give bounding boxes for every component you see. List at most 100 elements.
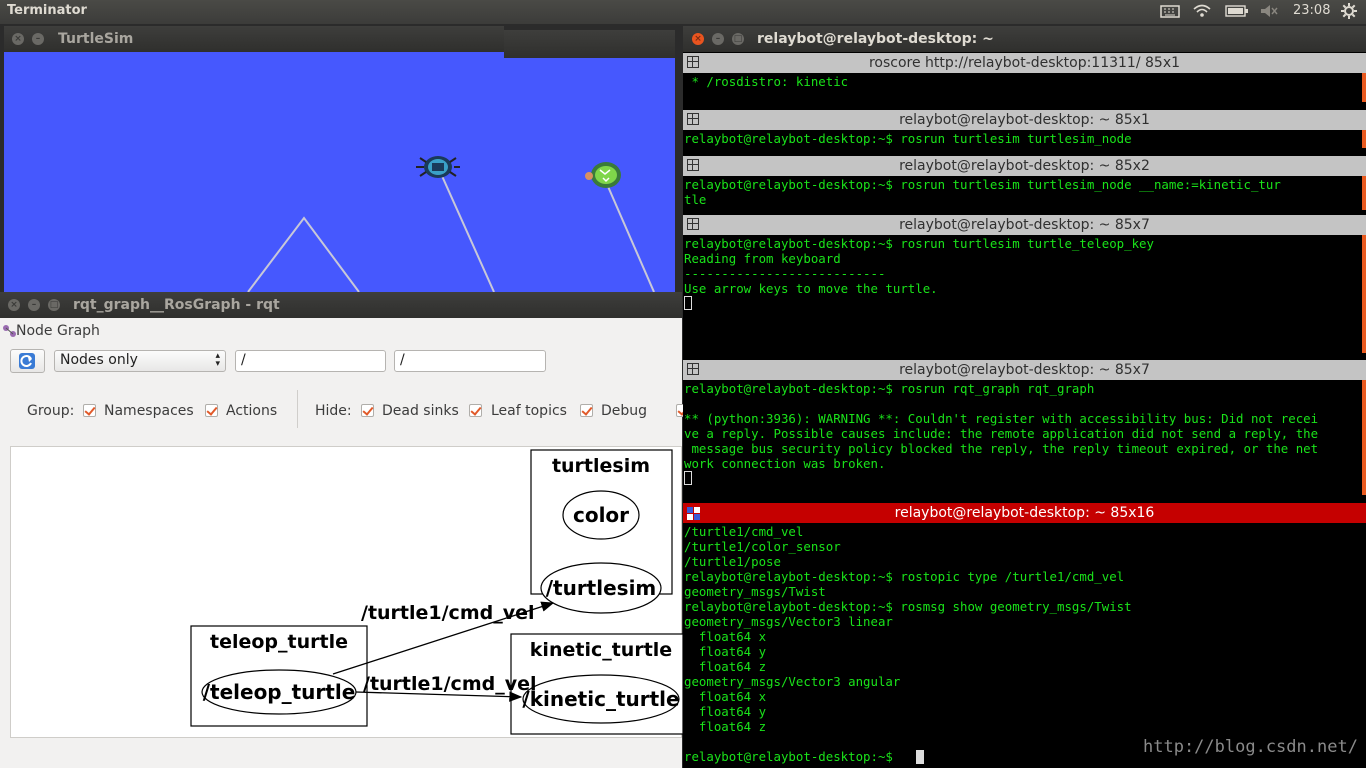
- terminal-cursor: [684, 471, 692, 485]
- leaf-topics-checkbox[interactable]: [469, 404, 482, 417]
- edge-label-cmd-vel-2: /turtle1/cmd_vel: [363, 673, 537, 695]
- split-icon[interactable]: [687, 218, 699, 230]
- top-panel: Terminator 23:08: [0, 0, 1366, 24]
- split-icon[interactable]: [687, 159, 699, 171]
- pane-edge: [1362, 235, 1366, 353]
- terminal-line: Use arrow keys to move the turtle.: [684, 281, 938, 296]
- node-filter-input[interactable]: /: [235, 350, 386, 372]
- keyboard-icon[interactable]: [1160, 3, 1180, 23]
- pane-title: relaybot@relaybot-desktop: ~ 85x7: [899, 362, 1150, 378]
- terminal-line: geometry_msgs/Twist: [684, 584, 826, 599]
- actions-checkbox[interactable]: [205, 404, 218, 417]
- split-icon[interactable]: [687, 363, 699, 375]
- terminal-line: relaybot@relaybot-desktop:~$: [684, 749, 901, 764]
- split-icon[interactable]: [687, 506, 700, 526]
- pane-titlebar[interactable]: relaybot@relaybot-desktop: ~ 85x7: [683, 360, 1366, 380]
- rqt-titlebar[interactable]: × – □ rqt_graph__RosGraph - rqt: [0, 292, 682, 318]
- terminal-line: message bus security policy blocked the …: [684, 441, 1319, 456]
- pane-edge: [1362, 176, 1366, 210]
- pane-title: relaybot@relaybot-desktop: ~ 85x2: [899, 158, 1150, 174]
- terminal-line: float64 x: [684, 629, 767, 644]
- debug-checkbox[interactable]: [580, 404, 593, 417]
- rqt-title: rqt_graph__RosGraph - rqt: [73, 297, 280, 313]
- terminal-line: relaybot@relaybot-desktop:~$ rosrun turt…: [684, 236, 1154, 251]
- pane-titlebar[interactable]: relaybot@relaybot-desktop: ~ 85x2: [683, 156, 1366, 176]
- terminal-line: tle: [684, 192, 707, 207]
- terminal-line: relaybot@relaybot-desktop:~$ rostopic ty…: [684, 569, 1125, 584]
- terminal-line: ---------------------------: [684, 266, 886, 281]
- turtlesim-namespace-label: turtlesim: [552, 455, 650, 477]
- turtle-icon: [414, 150, 462, 188]
- terminal-line: ve a reply. Possible causes include: the…: [684, 426, 1319, 441]
- terminal-line: float64 y: [684, 644, 767, 659]
- turtlesim-node[interactable]: /turtlesim: [540, 562, 662, 614]
- close-icon[interactable]: ×: [12, 33, 24, 45]
- terminal-line: float64 z: [684, 659, 767, 674]
- dead-sinks-checkbox[interactable]: [361, 404, 374, 417]
- minimize-icon[interactable]: –: [32, 33, 44, 45]
- terminal-line: /turtle1/pose: [684, 554, 781, 569]
- volume-muted-icon[interactable]: [1259, 3, 1279, 23]
- toolbar-divider: [297, 390, 298, 428]
- wifi-icon[interactable]: [1192, 3, 1212, 23]
- terminal-line: relaybot@relaybot-desktop:~$ rosrun rqt_…: [684, 381, 1095, 396]
- maximize-icon[interactable]: □: [48, 299, 60, 311]
- teleop-node-label: /teleop_turtle: [203, 680, 356, 704]
- kinetic-namespace-label: kinetic_turtle: [530, 639, 672, 661]
- terminal-cursor: [916, 750, 924, 764]
- turtlesim-back-canvas: [503, 58, 675, 292]
- gear-icon[interactable]: [1340, 2, 1358, 24]
- pane-title: relaybot@relaybot-desktop: ~ 85x16: [894, 505, 1155, 521]
- namespaces-checkbox[interactable]: [83, 404, 96, 417]
- pane-title: relaybot@relaybot-desktop: ~ 85x1: [899, 112, 1150, 128]
- terminal-line: ** (python:3936): WARNING **: Couldn't r…: [684, 411, 1319, 426]
- hide-label: Hide:: [315, 403, 352, 419]
- close-icon[interactable]: ×: [8, 299, 20, 311]
- split-icon[interactable]: [687, 113, 699, 125]
- pane-titlebar[interactable]: roscore http://relaybot-desktop:11311/ 8…: [683, 53, 1366, 73]
- pane-edge: [1362, 73, 1366, 102]
- refresh-button[interactable]: [10, 349, 45, 373]
- terminal-line: relaybot@relaybot-desktop:~$ rosmsg show…: [684, 599, 1132, 614]
- terminator-titlebar[interactable]: × – □ relaybot@relaybot-desktop: ~: [683, 26, 1366, 52]
- pane-title: relaybot@relaybot-desktop: ~ 85x7: [899, 217, 1150, 233]
- mode-select[interactable]: Nodes only ▴ ▾: [54, 350, 226, 372]
- group-label: Group:: [27, 403, 75, 419]
- close-icon[interactable]: ×: [692, 33, 704, 45]
- color-node[interactable]: color: [562, 490, 640, 540]
- maximize-icon[interactable]: □: [732, 33, 744, 45]
- minimize-icon[interactable]: –: [712, 33, 724, 45]
- teleop-node[interactable]: /teleop_turtle: [201, 669, 357, 715]
- terminal-line: relaybot@relaybot-desktop:~$ rosrun turt…: [684, 131, 1132, 146]
- clock[interactable]: 23:08: [1293, 3, 1330, 18]
- dead-sinks-label: Dead sinks: [382, 403, 459, 419]
- graph-canvas[interactable]: turtlesim color /turtlesim teleop_turtle…: [10, 446, 683, 738]
- debug-label: Debug: [601, 403, 648, 419]
- pane-edge: [1362, 130, 1366, 148]
- topic-filter-input[interactable]: /: [394, 350, 546, 372]
- terminal-line: float64 z: [684, 719, 767, 734]
- active-app-name: Terminator: [7, 3, 87, 18]
- updown-icon: ▴ ▾: [215, 351, 220, 369]
- watermark: http://blog.csdn.net/: [1143, 737, 1358, 757]
- terminal-line: float64 y: [684, 704, 767, 719]
- turtlesim-back-titlebar[interactable]: [503, 30, 675, 58]
- namespaces-label: Namespaces: [104, 403, 194, 419]
- mode-select-value: Nodes only: [60, 352, 138, 368]
- edge-label-cmd-vel-1: /turtle1/cmd_vel: [361, 602, 535, 624]
- turtlesim-titlebar[interactable]: × – TurtleSim: [4, 26, 504, 52]
- minimize-icon[interactable]: –: [28, 299, 40, 311]
- terminal-line: relaybot@relaybot-desktop:~$ rosrun turt…: [684, 177, 1281, 192]
- turtlesim-node-label: /turtlesim: [546, 576, 657, 600]
- pane-titlebar-active[interactable]: relaybot@relaybot-desktop: ~ 85x16: [683, 503, 1366, 523]
- pane-titlebar[interactable]: relaybot@relaybot-desktop: ~ 85x7: [683, 215, 1366, 235]
- battery-icon[interactable]: [1225, 3, 1249, 23]
- kinetic-node[interactable]: /kinetic_turtle: [522, 674, 680, 724]
- node-graph-icon: [2, 324, 16, 342]
- terminal-line: /turtle1/cmd_vel: [684, 524, 804, 539]
- terminal-area[interactable]: roscore http://relaybot-desktop:11311/ 8…: [683, 52, 1366, 768]
- terminal-line: geometry_msgs/Vector3 linear: [684, 614, 893, 629]
- split-icon[interactable]: [687, 56, 699, 68]
- pane-titlebar[interactable]: relaybot@relaybot-desktop: ~ 85x1: [683, 110, 1366, 130]
- turtlesim-title: TurtleSim: [58, 31, 134, 47]
